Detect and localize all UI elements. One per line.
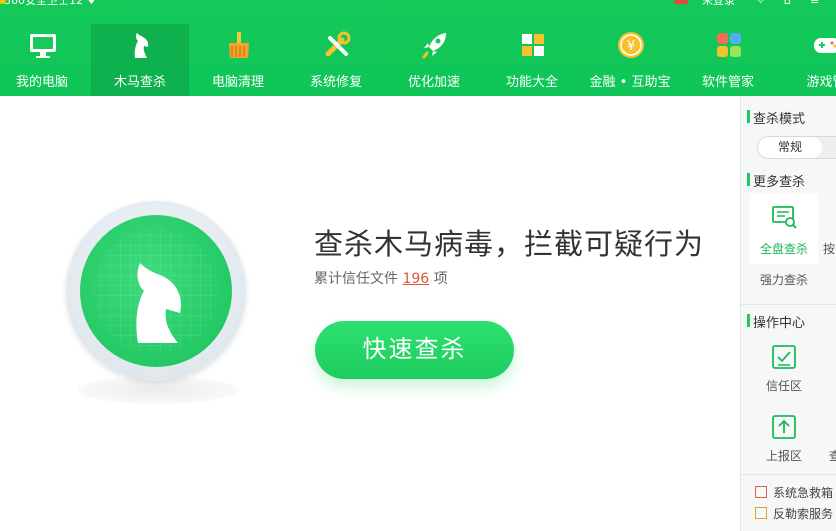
full-disk-scan-button[interactable]: 全盘查杀 [750,194,818,264]
home-icon[interactable]: ⌂ [784,0,791,8]
more-scan-title: 更多查杀 [746,171,805,190]
app-title: 360安全卫士12 ♦ [4,0,97,7]
nav-label: 游戏管 [806,75,836,90]
nav-trojan-scan[interactable]: 木马查杀 [91,24,189,96]
upload-zone-icon [772,415,796,439]
link-label: 反勒索服务 [773,507,834,521]
trusted-files-count[interactable]: 196 [402,271,429,287]
menu-icon[interactable]: ≡ [810,0,819,8]
custom-scan-label-cut[interactable]: 按 [823,240,835,257]
yuan-coin-icon: ¥ [618,32,644,58]
right-sidebar: 查杀模式 常规 更多查杀 全盘查杀 按 强力查杀 操作中心 信任区 上报区 查 [740,96,836,531]
nav-label: 电脑清理 [211,75,264,90]
nav-label: 优化加速 [407,75,460,90]
nav-software[interactable]: 软件管家 [679,24,777,96]
trust-zone-button[interactable]: 信任区 [750,340,818,400]
nav-optimize[interactable]: 优化加速 [385,24,483,96]
nav-my-computer[interactable]: 我的电脑 [0,24,91,96]
nav-label: 软件管家 [701,75,754,90]
disk-scan-icon [772,206,797,229]
force-scan-button[interactable]: 强力查杀 [750,264,818,292]
nav-finance[interactable]: ¥ 金融 • 互助宝 [581,24,679,96]
nav-label: 我的电脑 [15,75,68,90]
trusted-files-summary: 累计信任文件 196 项 [314,268,448,288]
hero-badge [66,201,246,381]
apps-icon [717,33,741,57]
scan-panel: 查杀木马病毒，拦截可疑行为 累计信任文件 196 项 快速查杀 [0,96,740,531]
settings-icon[interactable]: ✧ [756,0,765,8]
link-label: 系统急救箱 [773,486,834,500]
scan-mode-toggle[interactable]: 常规 [757,136,836,159]
hero-badge-inner [80,215,232,367]
checkbox-icon [755,507,767,519]
nav-label: 木马查杀 [113,75,166,90]
svg-text:¥: ¥ [627,39,635,54]
mode-option-normal[interactable]: 常规 [758,137,822,158]
horse-icon [94,229,218,353]
broom-icon [229,32,249,58]
gift-icon[interactable] [674,0,688,4]
upload-zone-button[interactable]: 上报区 [750,410,818,470]
login-link[interactable]: 未登录 [702,0,735,8]
page-headline: 查杀木马病毒，拦截可疑行为 [314,227,705,261]
plus-icon [755,486,767,498]
nav-label: 金融 • 互助宝 [589,75,671,90]
divider [741,474,836,475]
trust-zone-icon [772,345,796,369]
divider [741,304,836,305]
quick-scan-button[interactable]: 快速查杀 [315,321,514,379]
scan-mode-title: 查杀模式 [746,108,805,127]
query-label-cut[interactable]: 查 [829,447,836,464]
trusted-files-prefix: 累计信任文件 [314,271,398,287]
trusted-files-suffix: 项 [433,271,448,287]
monitor-icon [30,34,56,58]
tile-label: 全盘查杀 [759,242,808,256]
wrench-icon [325,31,351,57]
nav-system-repair[interactable]: 系统修复 [287,24,385,96]
rocket-icon [422,33,446,59]
nav-cleanup[interactable]: 电脑清理 [189,24,287,96]
operation-center-title: 操作中心 [746,312,805,331]
title-bar: 360安全卫士12 ♦ 未登录 ✧ ⌂ ≡ [0,0,836,8]
tile-label: 强力查杀 [759,273,808,287]
nav-features[interactable]: 功能大全 [483,24,581,96]
nav-games[interactable]: 游戏管 [777,24,836,96]
grid-icon [522,34,544,56]
gamepad-icon [814,38,836,53]
top-bar: 360安全卫士12 ♦ 未登录 ✧ ⌂ ≡ 我的电脑 木马查杀 电脑清理 系统修… [0,0,836,96]
tile-label: 上报区 [765,449,802,463]
nav-label: 系统修复 [309,75,362,90]
horse-icon [134,33,149,58]
main-nav: 我的电脑 木马查杀 电脑清理 系统修复 优化加速 功能大全 ¥ 金融 • 互助宝… [0,24,836,96]
tile-label: 信任区 [765,379,802,393]
nav-label: 功能大全 [505,75,558,90]
